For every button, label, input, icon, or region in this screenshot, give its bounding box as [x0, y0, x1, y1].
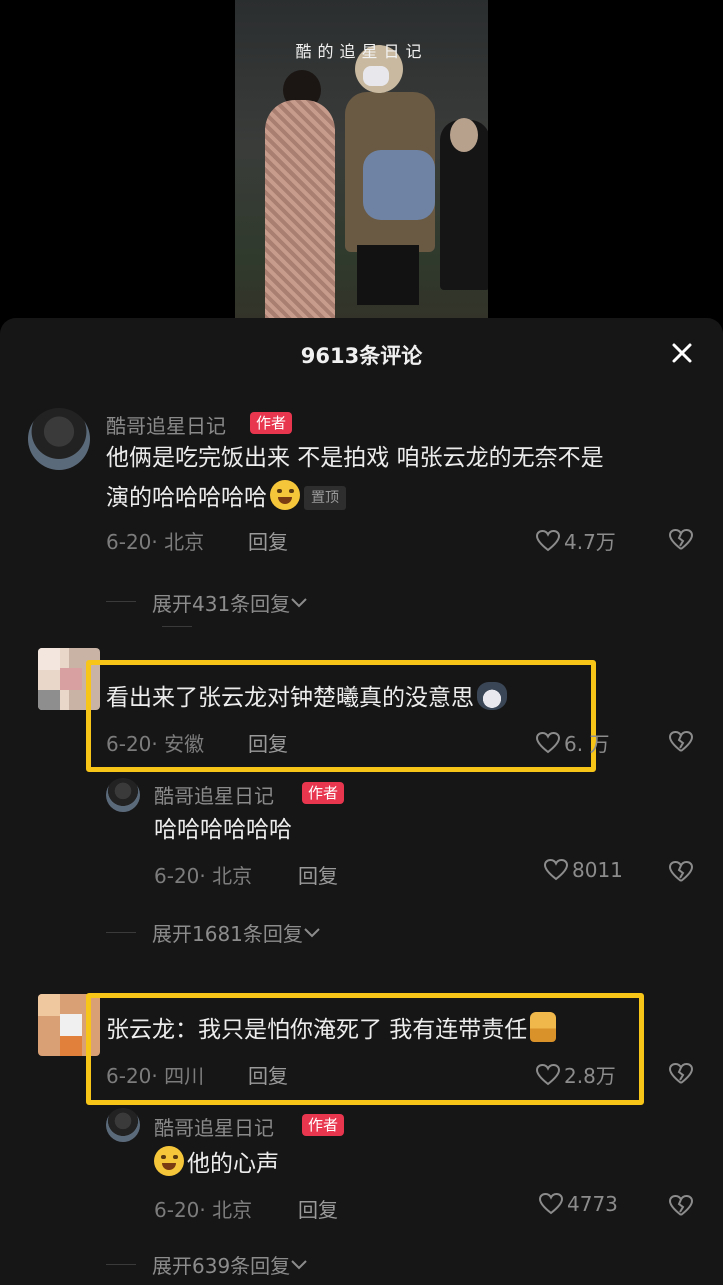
comment-text-line: 他俩是吃完饭出来 不是拍戏 咱张云龙的无奈不是	[106, 445, 604, 471]
comment-author-name[interactable]: 酷哥追星日记	[154, 780, 274, 809]
author-badge: 作者	[302, 782, 345, 804]
divider	[106, 932, 136, 933]
like-count: 8011	[572, 858, 623, 882]
broken-heart-icon[interactable]	[668, 730, 694, 754]
comment-date-location: 6-20· 北京	[154, 1198, 253, 1222]
divider	[162, 626, 192, 627]
expand-replies-label: 展开639条回复	[152, 1254, 291, 1278]
divider	[106, 1264, 136, 1265]
video-figure	[450, 118, 478, 152]
chevron-down-icon	[291, 597, 307, 607]
video-figure	[363, 66, 389, 86]
chevron-down-icon	[304, 927, 320, 937]
avatar-pixel	[60, 1014, 82, 1036]
like-button[interactable]: 8011	[543, 858, 623, 882]
chevron-down-icon	[291, 1259, 307, 1269]
video-preview[interactable]: 酷的追星日记	[235, 0, 488, 325]
avatar-pixel	[38, 648, 60, 670]
author-badge: 作者	[302, 1114, 345, 1136]
comment-text: 哈哈哈哈哈哈	[154, 817, 292, 843]
comment-text: 他俩是吃完饭出来 不是拍戏 咱张云龙的无奈不是 演的哈哈哈哈哈 置顶	[106, 438, 604, 518]
expand-replies-button[interactable]: 展开1681条回复	[152, 918, 321, 947]
comment-author-name[interactable]: 酷哥追星日记	[154, 1112, 274, 1141]
reply-button[interactable]: 回复	[248, 1060, 288, 1089]
avatar-pixel	[38, 690, 60, 710]
pinned-badge: 置顶	[304, 486, 346, 510]
comment-date-location: 6-20· 北京	[106, 530, 205, 554]
like-count: 2.8万	[564, 1064, 616, 1088]
comment-date-location: 6-20· 四川	[106, 1064, 205, 1088]
comment-text-line: 他的心声	[187, 1151, 279, 1177]
broken-heart-icon[interactable]	[668, 1194, 694, 1218]
heart-icon	[535, 529, 561, 551]
reply-button[interactable]: 回复	[298, 860, 338, 889]
heart-icon	[535, 731, 561, 753]
heart-icon	[538, 1192, 564, 1215]
comments-sheet: 9613条评论 酷哥追星日记 作者 他俩是吃完饭出来 不是拍戏 咱张云龙的无奈不…	[0, 318, 723, 1285]
video-figure	[357, 245, 419, 305]
like-count: 4773	[567, 1192, 618, 1216]
comment-date-location: 6-20· 北京	[154, 864, 253, 888]
shrug-emoji-icon	[530, 1012, 557, 1042]
avatar-pixel	[60, 668, 82, 690]
like-button[interactable]: 4773	[538, 1192, 618, 1216]
comment-author-name[interactable]: 酷哥追星日记	[106, 410, 226, 439]
video-figure	[363, 150, 435, 220]
comment-text: 他的心声	[154, 1144, 279, 1184]
avatar[interactable]	[106, 778, 140, 812]
expand-replies-button[interactable]: 展开431条回复	[152, 588, 308, 617]
avatar-pixel	[38, 994, 60, 1016]
broken-heart-icon[interactable]	[668, 528, 694, 552]
laugh-cry-emoji-icon	[270, 480, 300, 510]
author-badge: 作者	[250, 412, 293, 434]
broken-heart-icon[interactable]	[668, 860, 694, 884]
video-figure	[265, 100, 335, 325]
like-button[interactable]: 6. 万	[535, 728, 609, 757]
cat-emoji-icon	[477, 682, 507, 710]
avatar[interactable]	[106, 1108, 140, 1142]
comments-count-title: 9613条评论	[300, 344, 423, 368]
expand-replies-label: 展开431条回复	[152, 592, 291, 616]
avatar-pixel	[60, 1036, 82, 1056]
comment-text: 看出来了张云龙对钟楚曦真的没意思	[106, 678, 507, 718]
like-count: 4.7万	[564, 530, 616, 554]
heart-icon	[535, 1063, 561, 1085]
comment-text: 张云龙：我只是怕你淹死了 我有连带责任	[106, 1010, 557, 1050]
comment-date-location: 6-20· 安徽	[106, 732, 205, 756]
divider	[106, 601, 136, 602]
reply-button[interactable]: 回复	[248, 526, 288, 555]
video-watermark: 酷的追星日记	[295, 42, 428, 61]
broken-heart-icon[interactable]	[668, 1062, 694, 1086]
avatar[interactable]	[28, 408, 90, 470]
reply-button[interactable]: 回复	[298, 1194, 338, 1223]
reply-button[interactable]: 回复	[248, 728, 288, 757]
like-count: 6. 万	[564, 732, 610, 756]
comment-text-line: 演的哈哈哈哈哈	[106, 485, 267, 511]
like-button[interactable]: 2.8万	[535, 1060, 616, 1089]
comment-text-line: 张云龙：我只是怕你淹死了 我有连带责任	[106, 1017, 528, 1043]
close-icon[interactable]	[671, 342, 693, 364]
expand-replies-button[interactable]: 展开639条回复	[152, 1250, 308, 1279]
heart-icon	[543, 858, 569, 881]
comment-text-line: 看出来了张云龙对钟楚曦真的没意思	[106, 685, 474, 711]
laugh-cry-emoji-icon	[154, 1146, 184, 1176]
like-button[interactable]: 4.7万	[535, 526, 616, 555]
expand-replies-label: 展开1681条回复	[152, 922, 303, 946]
